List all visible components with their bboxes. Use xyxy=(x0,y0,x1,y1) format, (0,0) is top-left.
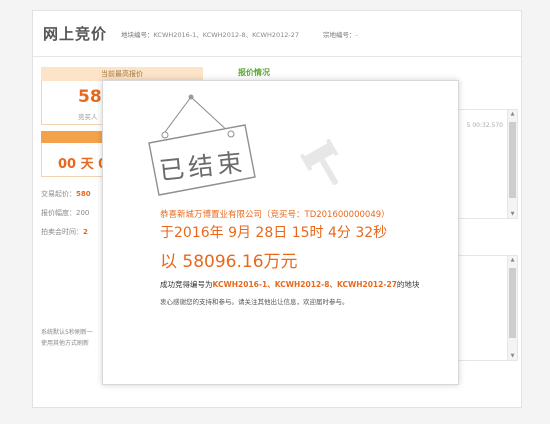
refresh-notes: 系统默认5秒刷新一 使用其他方式刷新 xyxy=(41,327,93,349)
refresh-note-1: 系统默认5秒刷新一 xyxy=(41,329,93,336)
start-time-label: 拍卖会时间： xyxy=(41,228,83,236)
bid-log-time: 5 00:32.570 xyxy=(466,122,503,129)
success-prefix: 成功竞得编号为 xyxy=(160,280,213,289)
scroll-thumb[interactable] xyxy=(509,268,516,338)
start-time-value: 2 xyxy=(83,228,88,236)
bid-log-lower-scrollbar[interactable]: ▲ ▼ xyxy=(507,256,517,360)
increment-value: 200 xyxy=(76,209,90,217)
scroll-up-icon[interactable]: ▲ xyxy=(508,110,517,118)
gavel-icon xyxy=(300,138,338,186)
auction-ended-modal: 已结束 恭喜新城万博置业有限公司（竞买号：TD201600000049） 于20… xyxy=(102,80,459,385)
increment-label: 报价幅度： xyxy=(41,209,76,217)
plot-numbers-meta: 地块编号：KCWH2016-1、KCWH2012-8、KCWH2012-27 xyxy=(121,29,299,39)
start-price-value: 580 xyxy=(76,190,91,198)
parcel-label: 宗地编号： xyxy=(323,30,356,39)
winner-line: 恭喜新城万博置业有限公司（竞买号：TD201600000049） xyxy=(160,210,390,220)
header: 网上竞价 地块编号：KCWH2016-1、KCWH2012-8、KCWH2012… xyxy=(33,11,521,57)
scroll-thumb[interactable] xyxy=(509,122,516,198)
scroll-up-icon[interactable]: ▲ xyxy=(508,256,517,264)
bid-log-scrollbar[interactable]: ▲ ▼ xyxy=(507,110,517,218)
final-price-line: 以 58096.16万元 xyxy=(160,252,298,272)
current-highest-bid-tab: 当前最高报价 xyxy=(41,67,203,81)
right-panel: 报价情况 5 00:32.570 ▲ ▼ ▲ ▼ xyxy=(238,67,518,361)
plot-label: 地块编号： xyxy=(121,30,154,39)
parcel-value: - xyxy=(355,30,358,39)
end-date-line: 于2016年 9月 28日 15时 4分 32秒 xyxy=(160,225,388,241)
success-suffix: 的地块 xyxy=(396,280,420,289)
scroll-down-icon[interactable]: ▼ xyxy=(508,352,517,360)
refresh-note-2: 使用其他方式刷新 xyxy=(41,340,90,347)
success-plots: KCWH2016-1、KCWH2012-8、KCWH2012-27 xyxy=(212,280,397,289)
site-title: 网上竞价 xyxy=(43,25,108,43)
start-price-label: 交易起价： xyxy=(41,190,76,198)
success-line: 成功竞得编号为KCWH2016-1、KCWH2012-8、KCWH2012-27… xyxy=(160,279,419,290)
plot-numbers: KCWH2016-1、KCWH2012-8、KCWH2012-27 xyxy=(153,30,300,39)
scroll-down-icon[interactable]: ▼ xyxy=(508,210,517,218)
bid-status-title: 报价情况 xyxy=(238,68,270,77)
thanks-line: 衷心感谢您的支持和参与。请关注其他出让信息，欢迎届时参与。 xyxy=(160,298,349,306)
parcel-meta: 宗地编号：- xyxy=(323,29,358,39)
